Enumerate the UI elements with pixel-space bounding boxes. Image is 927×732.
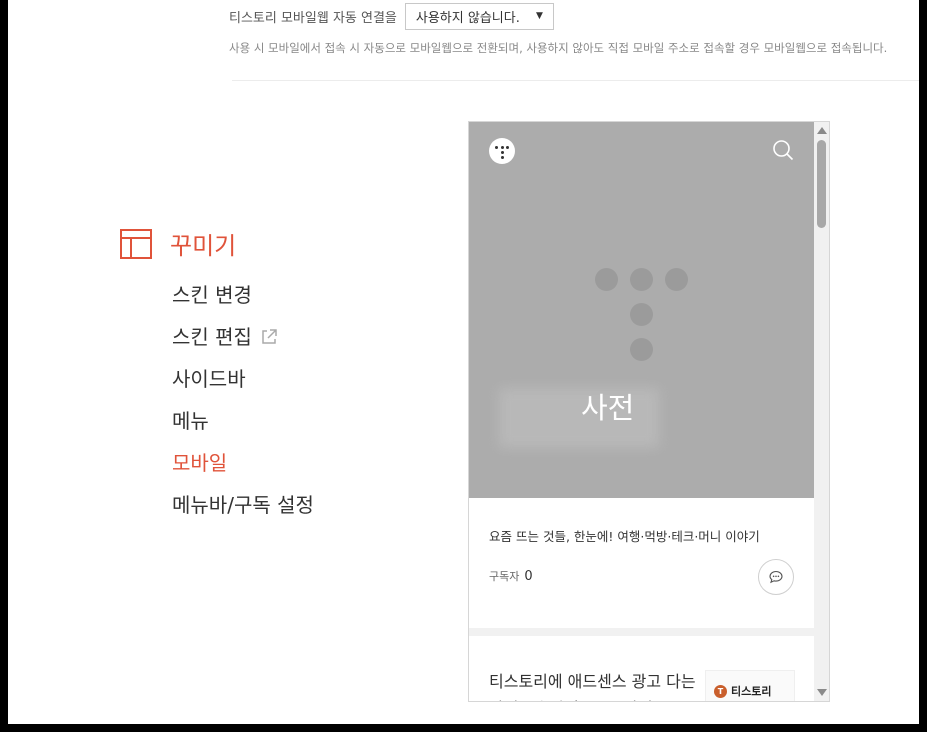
nav-item-menubar-subscribe[interactable]: 메뉴바/구독 설정 xyxy=(172,484,314,526)
thumbnail-badge: T 티스토리 xyxy=(714,683,771,699)
mobile-auto-connect-select[interactable]: 사용하지 않습니다. ▼ xyxy=(404,2,554,30)
section-divider xyxy=(232,80,919,81)
nav-item-skin-edit[interactable]: 스킨 편집 xyxy=(172,316,314,358)
blurred-title-region xyxy=(499,388,659,448)
chat-bubble-icon xyxy=(769,570,783,584)
tistory-badge-icon: T xyxy=(714,684,727,698)
subscribers-label: 구독자 xyxy=(489,570,520,583)
scroll-thumb[interactable] xyxy=(817,140,826,228)
subscriber-info: 구독자 0 xyxy=(489,568,533,584)
nav-item-label: 스킨 편집 xyxy=(172,325,252,349)
mobile-preview-frame: 사전 요즘 뜨는 것들, 한눈에! 여행·먹방·테크·머니 이야기 구독자 0 … xyxy=(468,121,830,702)
scroll-down-arrow-icon[interactable] xyxy=(817,689,827,696)
guestbook-button[interactable] xyxy=(758,559,794,595)
post-title: 티스토리에 애드센스 광고 다는 방법 - 승인 후 코드 삽입 xyxy=(489,672,696,701)
layout-icon xyxy=(120,228,152,259)
nav-item-sidebar[interactable]: 사이드바 xyxy=(172,358,314,400)
nav-section-title: 꾸미기 xyxy=(170,232,237,260)
settings-page: 티스토리 모바일웹 자동 연결을 사용하지 않습니다. ▼ 사용 시 모바일에서… xyxy=(8,0,919,724)
nav-item-menu[interactable]: 메뉴 xyxy=(172,400,314,442)
blog-hero: 사전 xyxy=(469,122,814,498)
thumbnail-label: 티스토리 xyxy=(731,685,772,698)
nav-item-skin-change[interactable]: 스킨 변경 xyxy=(172,274,314,316)
blog-info: 요즘 뜨는 것들, 한눈에! 여행·먹방·테크·머니 이야기 구독자 0 xyxy=(469,498,814,628)
blog-description: 요즘 뜨는 것들, 한눈에! 여행·먹방·테크·머니 이야기 xyxy=(489,529,760,544)
blog-title: 사전 xyxy=(581,391,635,425)
post-list-item[interactable]: 티스토리에 애드센스 광고 다는 방법 - 승인 후 코드 삽입 T 티스토리 xyxy=(469,636,814,701)
mobile-auto-connect-value: 사용하지 않습니다. xyxy=(415,10,520,26)
preview-scrollbar[interactable] xyxy=(814,122,829,701)
subscribers-count: 0 xyxy=(524,569,533,584)
external-link-icon xyxy=(262,329,277,344)
caret-down-icon: ▼ xyxy=(535,11,543,21)
section-separator xyxy=(469,628,814,636)
nav-item-mobile[interactable]: 모바일 xyxy=(172,442,314,484)
post-thumbnail: T 티스토리 xyxy=(705,670,795,701)
search-icon[interactable] xyxy=(772,139,794,161)
mobile-auto-connect-description: 사용 시 모바일에서 접속 시 자동으로 모바일웹으로 전환되며, 사용하지 않… xyxy=(229,41,888,55)
mobile-preview-content: 사전 요즘 뜨는 것들, 한눈에! 여행·먹방·테크·머니 이야기 구독자 0 … xyxy=(469,122,814,701)
mobile-auto-connect-row: 티스토리 모바일웹 자동 연결을 사용하지 않습니다. ▼ xyxy=(229,0,554,32)
tistory-t-logo xyxy=(595,268,689,362)
nav-section-decorate: 꾸미기 xyxy=(120,226,236,261)
tistory-logo-icon[interactable] xyxy=(489,138,515,164)
scroll-up-arrow-icon[interactable] xyxy=(817,127,827,134)
mobile-auto-connect-label: 티스토리 모바일웹 자동 연결을 xyxy=(229,10,397,26)
decorate-menu: 스킨 변경 스킨 편집 사이드바 메뉴 모바일 메뉴바/구독 설정 xyxy=(172,274,314,526)
